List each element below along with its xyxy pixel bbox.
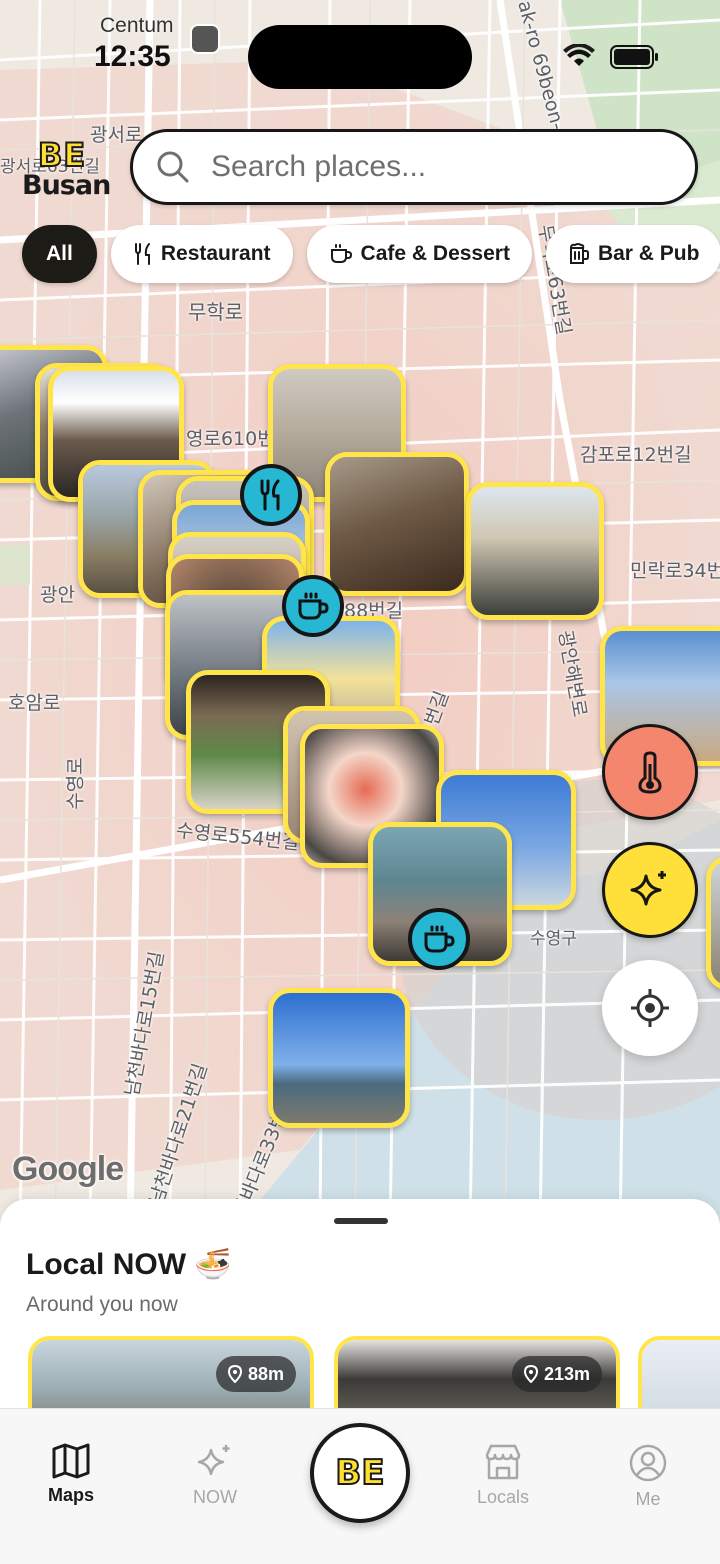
location-pin-icon: [227, 1365, 242, 1383]
tab-label: NOW: [193, 1487, 237, 1507]
tab-label: Me: [635, 1489, 661, 1509]
tab-locals[interactable]: Locals: [448, 1443, 558, 1508]
map-label: 민락로34번: [630, 560, 720, 582]
search-input[interactable]: [211, 150, 671, 184]
store-icon: [485, 1444, 521, 1480]
place-photo-pin[interactable]: [325, 452, 469, 596]
map-label: 호암로: [8, 692, 61, 714]
bottom-tab-bar: Maps NOW BE Locals Me: [0, 1408, 720, 1564]
sheet-drag-handle[interactable]: [334, 1218, 388, 1224]
cafe-badge[interactable]: [408, 908, 470, 970]
status-location: Centum: [100, 14, 174, 37]
coffee-cup-icon: [424, 925, 455, 953]
filter-chip-restaurant[interactable]: Restaurant: [110, 225, 293, 283]
distance-badge: 213m: [511, 1356, 602, 1392]
distance-label: 88m: [247, 1363, 284, 1384]
tab-me[interactable]: Me: [593, 1443, 703, 1510]
filter-chip-label: Bar & Pub: [597, 242, 700, 265]
search-icon: [157, 151, 189, 183]
coffee-cup-icon: [330, 244, 352, 263]
place-photo-pin[interactable]: [706, 856, 720, 990]
place-photo-pin[interactable]: [466, 482, 604, 620]
map-label: 영로610번: [186, 428, 275, 450]
beer-mug-icon: [569, 243, 589, 264]
cafe-badge[interactable]: [282, 575, 344, 637]
logo-wordmark: Busan: [22, 170, 111, 201]
map-label: 수영로: [64, 757, 87, 810]
map-label: 광안: [40, 584, 75, 606]
tab-be-home[interactable]: BE: [310, 1423, 410, 1523]
category-filter-bar: All Restaurant Cafe & Dessert Bar & Pub: [22, 225, 720, 283]
subway-icon: [190, 24, 220, 54]
local-now-sheet[interactable]: Local NOW 🍜 Around you now 88m 213m: [0, 1199, 720, 1419]
fork-knife-icon: [134, 243, 150, 265]
coffee-cup-icon: [298, 592, 329, 620]
locate-icon: [631, 989, 669, 1027]
temperature-button[interactable]: [602, 724, 698, 820]
tab-now[interactable]: NOW: [160, 1443, 270, 1508]
map-icon: [52, 1443, 90, 1479]
distance-badge: 88m: [215, 1356, 296, 1392]
sheet-subtitle: Around you now: [26, 1293, 178, 1316]
place-photo-pin[interactable]: [268, 988, 410, 1128]
thermometer-icon: [638, 751, 662, 794]
fork-knife-icon: [260, 479, 280, 511]
status-time: 12:35: [94, 40, 171, 73]
distance-label: 213m: [543, 1363, 590, 1384]
sparkle-icon: [197, 1445, 230, 1476]
filter-chip-label: All: [46, 242, 73, 265]
my-location-button[interactable]: [602, 960, 698, 1056]
filter-chip-label: Restaurant: [160, 242, 271, 265]
filter-chip-label: Cafe & Dessert: [360, 242, 510, 265]
tab-label: Locals: [476, 1487, 530, 1507]
sheet-title: Local NOW 🍜: [26, 1248, 232, 1281]
tab-maps[interactable]: Maps: [16, 1443, 126, 1506]
be-logo: BE: [334, 1452, 385, 1494]
map-label: 수영구: [530, 929, 577, 949]
location-pin-icon: [523, 1365, 538, 1383]
restaurant-badge[interactable]: [240, 464, 302, 526]
dynamic-island: [248, 25, 472, 89]
wifi-icon: [563, 44, 595, 66]
tab-label: Maps: [47, 1485, 94, 1505]
sparkle-icon: [630, 871, 666, 906]
local-now-card[interactable]: [638, 1336, 720, 1419]
local-now-card[interactable]: 213m: [334, 1336, 620, 1419]
filter-chip-cafe-dessert[interactable]: Cafe & Dessert: [306, 225, 532, 283]
google-attribution: Google: [12, 1150, 124, 1188]
user-icon: [629, 1444, 667, 1482]
ai-sparkle-button[interactable]: [602, 842, 698, 938]
app-logo: BE Busan: [22, 135, 114, 202]
local-now-card[interactable]: 88m: [28, 1336, 314, 1419]
battery-icon: [610, 45, 658, 69]
map-label: 무학로: [188, 300, 244, 324]
search-bar[interactable]: [130, 129, 698, 205]
logo-mark: BE: [37, 135, 87, 175]
filter-chip-bar-pub[interactable]: Bar & Pub: [545, 225, 720, 283]
map-label: 감포로12번길: [580, 444, 692, 466]
status-icons: [562, 44, 660, 70]
filter-chip-all[interactable]: All: [22, 225, 97, 283]
